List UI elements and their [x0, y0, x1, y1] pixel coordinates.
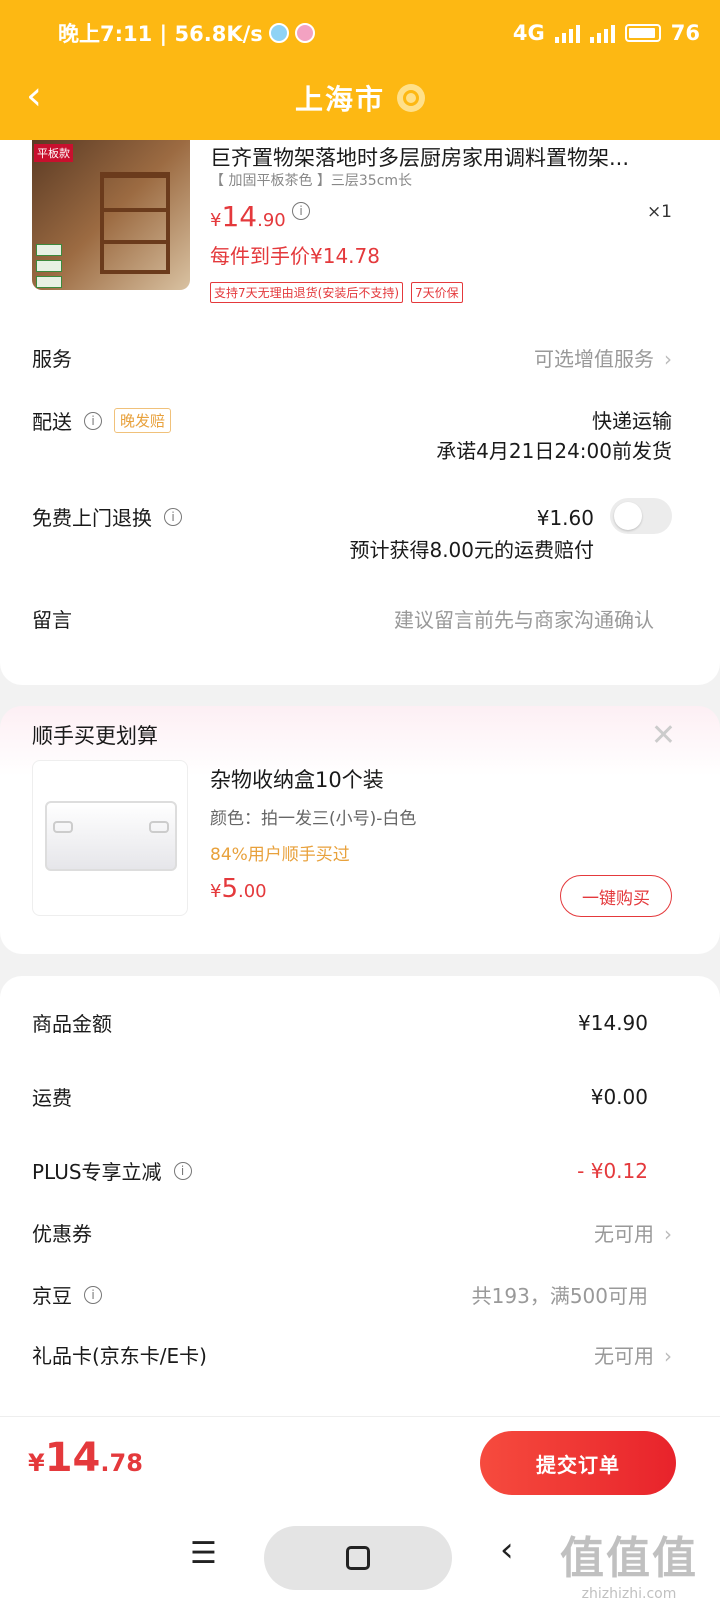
submit-order-button[interactable]: 提交订单	[480, 1431, 676, 1495]
status-time-speed: 晚上7:11 | 56.8K/s	[58, 22, 263, 46]
free-return-note: 预计获得8.00元的运费赔付	[349, 538, 594, 562]
arrive-price: 每件到手价¥14.78	[210, 244, 380, 268]
menu-icon[interactable]: ☰	[190, 1536, 217, 1571]
return-policy-badge: 支持7天无理由退货(安装后不支持)	[210, 282, 403, 303]
one-click-buy-button[interactable]: 一键购买	[560, 875, 672, 917]
title-bar: 上海市	[0, 78, 720, 118]
goods-amount-row: 商品金额 ¥14.90	[32, 1010, 648, 1037]
service-label: 服务	[32, 347, 72, 371]
gift-card-row[interactable]: 礼品卡(京东卡/E卡) 无可用 ›	[32, 1340, 672, 1369]
delivery-method: 快递运输	[592, 409, 672, 433]
info-icon[interactable]: i	[164, 507, 182, 526]
status-bar: 晚上7:11 | 56.8K/s 4G 76	[58, 18, 700, 48]
message-input[interactable]: 建议留言前先与商家沟通确认	[394, 604, 654, 633]
product-image[interactable]: 平板款	[32, 140, 190, 290]
coupon-row[interactable]: 优惠券 无可用 ›	[32, 1218, 672, 1247]
nav-back-icon[interactable]: ‹	[500, 1530, 514, 1570]
battery-icon	[624, 24, 661, 42]
close-icon[interactable]: ✕	[651, 718, 676, 753]
addon-product-image[interactable]	[32, 760, 188, 916]
info-icon[interactable]: i	[173, 1161, 192, 1180]
total-price: ¥14.78	[28, 1435, 143, 1481]
plus-discount-row: PLUS专享立减 i - ¥0.12	[32, 1158, 648, 1185]
chevron-right-icon: ›	[664, 1222, 672, 1246]
addon-title: 顺手买更划算	[32, 724, 158, 748]
delivery-promise: 承诺4月21日24:00前发货	[436, 439, 672, 463]
delivery-info[interactable]: 快递运输 承诺4月21日24:00前发货	[436, 406, 672, 466]
system-nav-bar: ☰ ‹ 值值值 zhizhizhi.com	[0, 1516, 720, 1600]
app-notification-icon	[268, 23, 289, 43]
addon-price: ¥5.00	[210, 874, 267, 904]
product-badges: 支持7天无理由退货(安装后不支持) 7天价保	[210, 282, 463, 303]
message-label: 留言	[32, 608, 72, 632]
addon-purchase-rate: 84%用户顺手买过	[210, 845, 350, 865]
price-info-icon[interactable]: i	[292, 202, 310, 220]
order-item-card: 平板款 巨齐置物架落地时多层厨房家用调料置物架... 【 加固平板茶色 】三层3…	[0, 140, 720, 685]
page-title: 上海市	[294, 83, 385, 116]
info-icon[interactable]: i	[84, 1285, 102, 1304]
battery-level: 76	[670, 21, 700, 45]
product-spec: 【 加固平板茶色 】三层35cm长	[210, 173, 413, 189]
free-return-info: ¥1.60 预计获得8.00元的运费赔付	[349, 502, 594, 566]
network-type: 4G	[512, 21, 545, 45]
addon-card: 顺手买更划算 ✕ 杂物收纳盒10个装 颜色：拍一发三(小号)-白色 84%用户顺…	[0, 706, 720, 954]
addon-product-spec: 颜色：拍一发三(小号)-白色	[210, 809, 417, 829]
price-summary-card: 商品金额 ¥14.90 运费 ¥0.00 PLUS专享立减 i - ¥0.12 优…	[0, 976, 720, 1416]
signal-icon	[589, 23, 615, 43]
product-image-tag: 平板款	[34, 144, 73, 162]
late-compensation-badge: 晚发赔	[114, 408, 172, 433]
home-button[interactable]	[264, 1526, 452, 1590]
signal-icon	[554, 23, 580, 43]
delivery-label: 配送 i 晚发赔	[32, 406, 172, 435]
home-square-icon	[346, 1546, 370, 1570]
checkout-bar: ¥14.78 提交订单	[0, 1416, 720, 1516]
product-quantity: ×1	[646, 202, 672, 222]
product-title[interactable]: 巨齐置物架落地时多层厨房家用调料置物架...	[210, 142, 670, 172]
free-return-toggle[interactable]	[610, 498, 672, 534]
watermark-logo: 值值值 zhizhizhi.com	[560, 1533, 698, 1600]
free-return-price: ¥1.60	[536, 506, 594, 530]
app-notification-icon	[294, 23, 315, 43]
shelf-graphic	[100, 172, 170, 274]
jd-beans-row: 京豆 i 共193，满500可用	[32, 1284, 648, 1308]
app-header: 晚上7:11 | 56.8K/s 4G 76 ‹ 上海市	[0, 0, 720, 140]
shipping-row: 运费 ¥0.00	[32, 1084, 648, 1111]
info-icon[interactable]: i	[84, 411, 102, 430]
product-price: ¥ 14 .90	[210, 200, 286, 233]
price-protect-badge: 7天价保	[411, 282, 463, 303]
service-selector[interactable]: 可选增值服务 ›	[534, 343, 672, 372]
addon-product-name[interactable]: 杂物收纳盒10个装	[210, 764, 384, 794]
free-return-label: 免费上门退换 i	[32, 502, 182, 531]
chevron-right-icon: ›	[664, 1344, 672, 1368]
chevron-right-icon: ›	[664, 347, 672, 371]
location-pin-icon[interactable]	[397, 84, 425, 112]
